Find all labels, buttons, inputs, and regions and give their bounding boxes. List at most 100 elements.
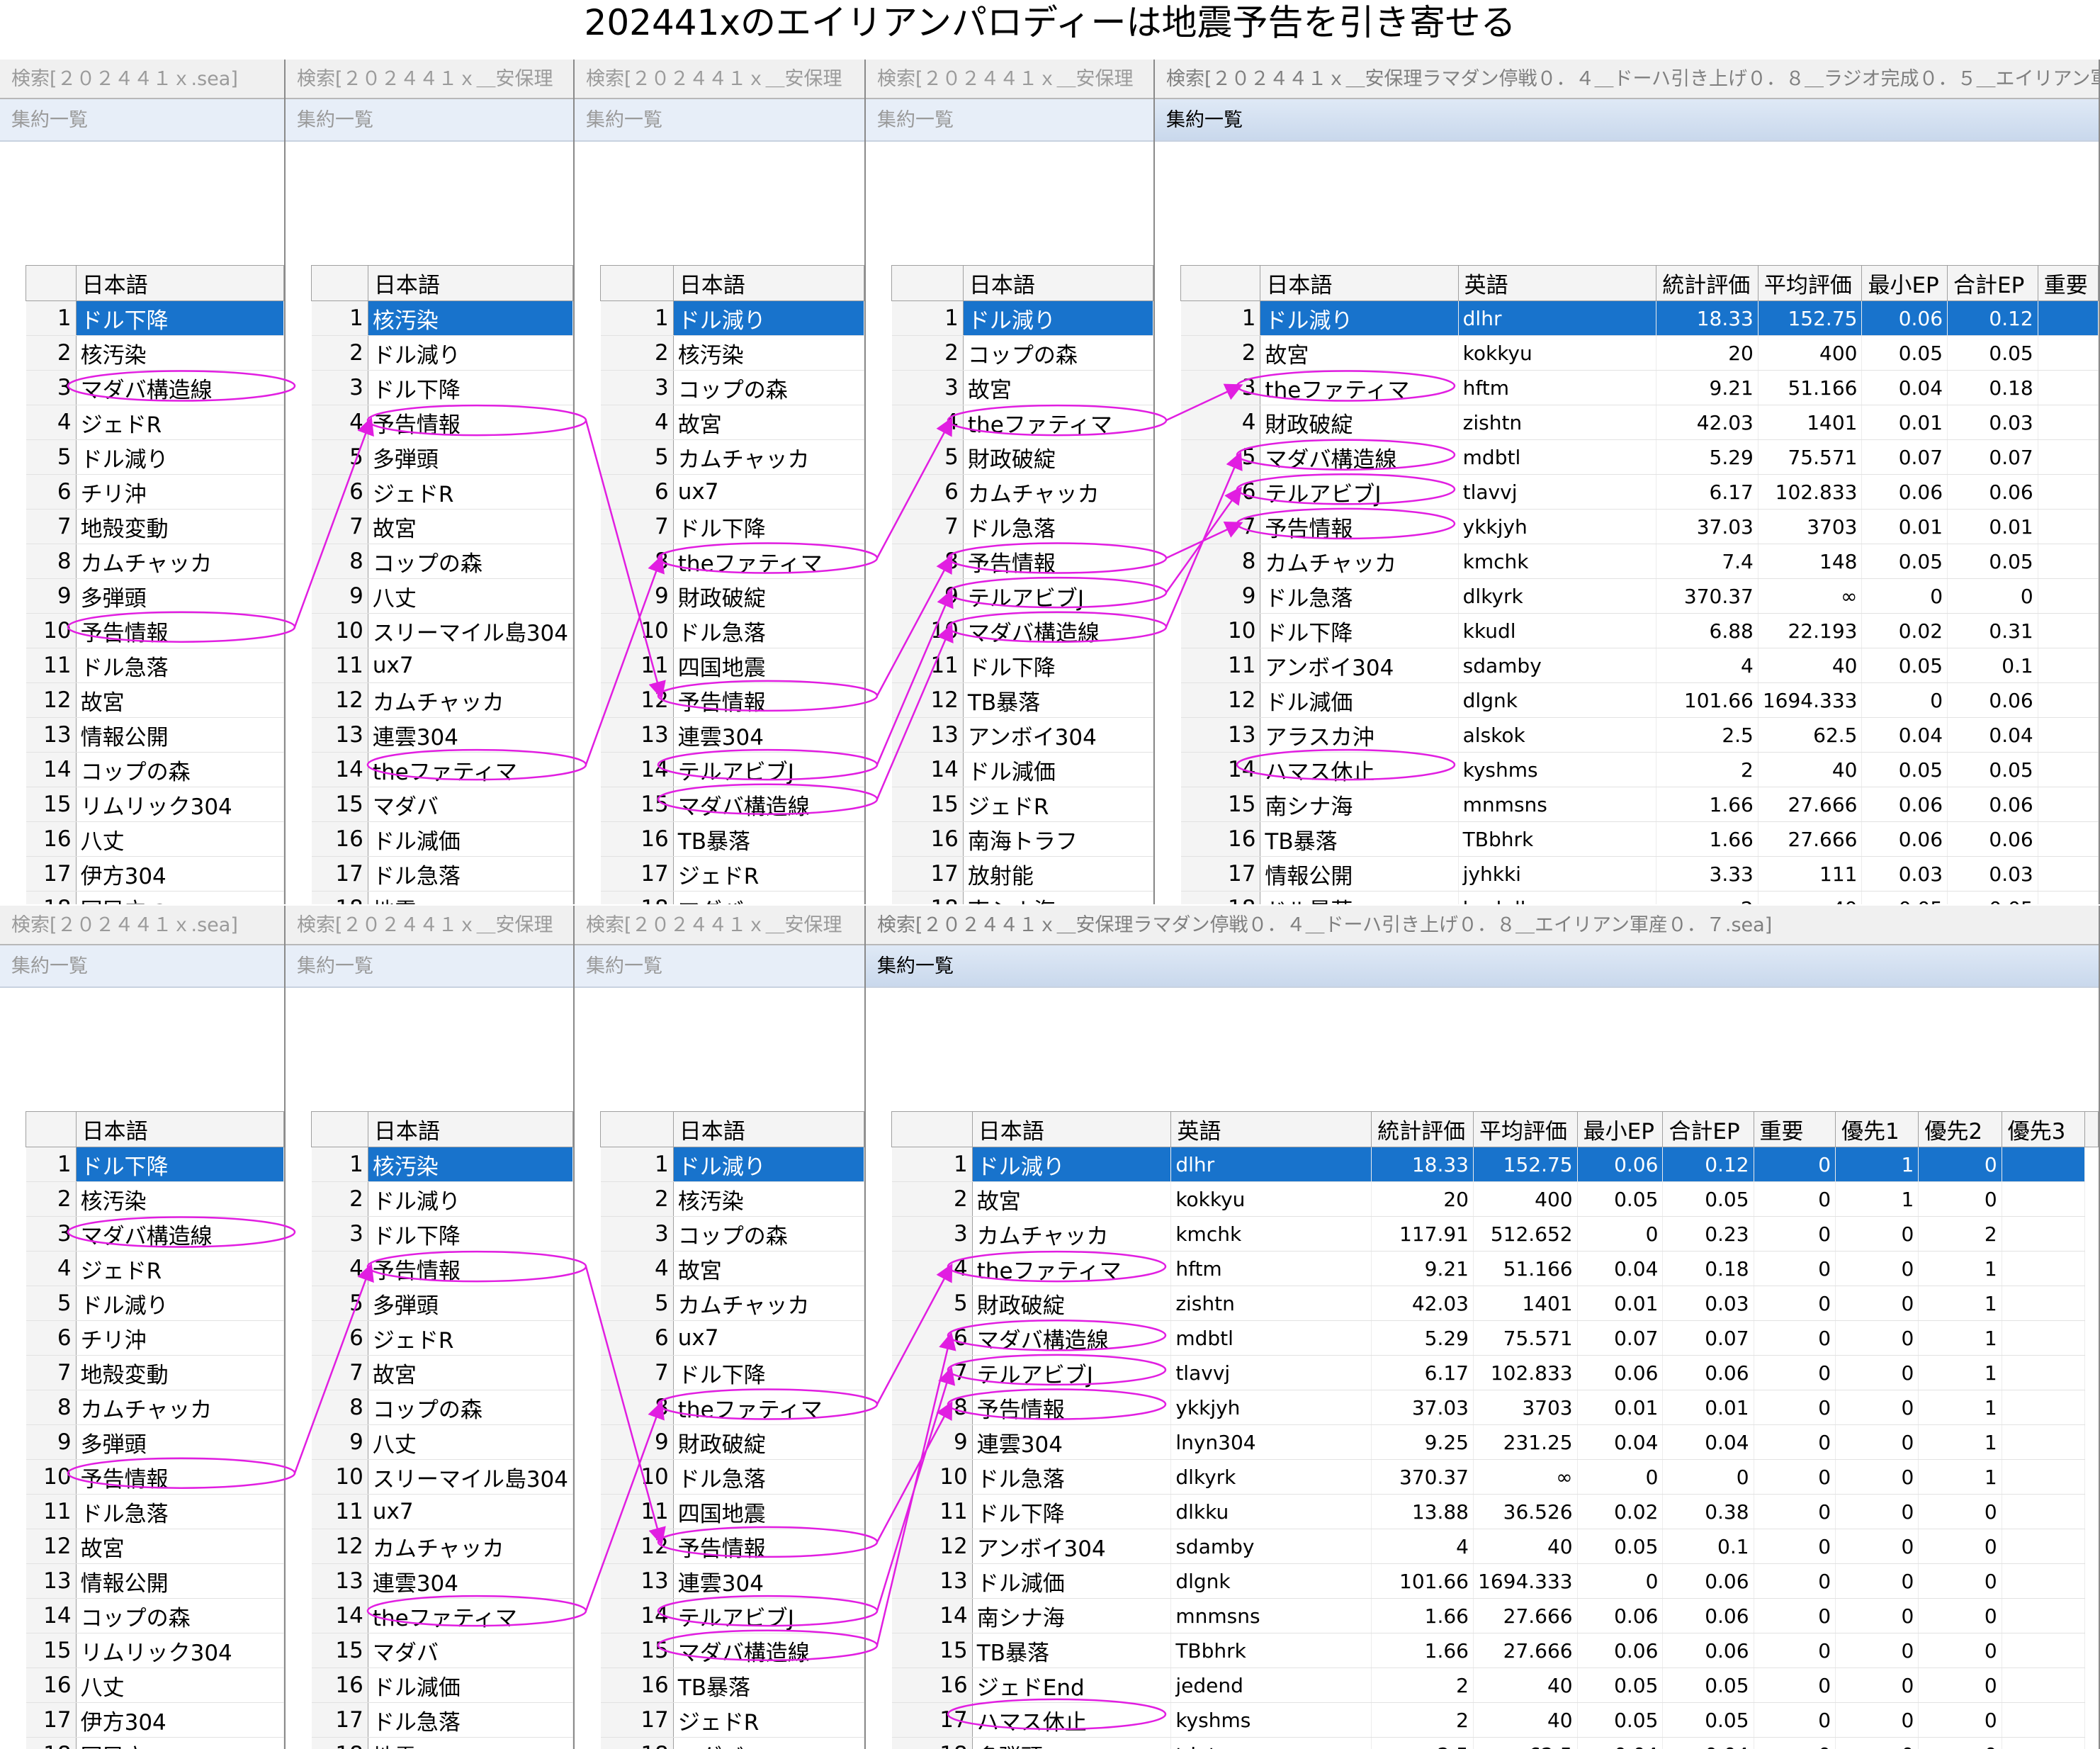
table-cell[interactable]: ux7 [368,1494,573,1529]
table-cell[interactable]: 6.88 [1656,613,1759,648]
table-cell[interactable]: 南シナ海 [1260,787,1459,822]
table-cell[interactable] [2002,1494,2085,1529]
table-cell[interactable]: 0.05 [1577,1181,1664,1217]
table-cell[interactable]: マダバ構造線 [1260,439,1459,475]
table-cell[interactable]: 0 [1754,1181,1836,1217]
table-cell[interactable]: ykkjyh [1458,509,1657,544]
table-cell[interactable]: 0.38 [1662,1494,1754,1529]
table-cell[interactable]: 40 [1473,1702,1578,1738]
table-cell[interactable]: 0.03 [1861,856,1948,892]
table-cell[interactable]: 予告情報 [76,1459,284,1495]
table-cell[interactable]: ドル急落 [368,1702,573,1738]
table-cell[interactable]: 0.05 [1861,335,1948,371]
table-cell[interactable]: TB暴落 [1260,821,1459,857]
table-row[interactable]: 7 故宮 [311,509,573,544]
table-cell[interactable]: 情報公開 [1260,856,1459,892]
table-cell[interactable]: 0.03 [1662,1286,1754,1321]
table-cell[interactable]: 51.166 [1758,370,1863,405]
table-cell[interactable] [2002,1702,2085,1738]
table-row[interactable]: 17 ドル急落 [311,856,573,892]
table-cell[interactable]: 1 [1918,1390,2002,1425]
table-cell[interactable]: 0.31 [1947,613,2038,648]
table-cell[interactable]: 0.06 [1577,1147,1664,1182]
table-cell[interactable]: 0 [1835,1529,1919,1564]
table-cell[interactable]: 117.91 [1371,1216,1474,1252]
table-row[interactable]: 14 ハマス休止 kyshms 2 40 0.05 0.05 [1180,752,2099,787]
table-cell[interactable]: 故宮 [76,1529,284,1564]
table-cell[interactable]: 400 [1473,1181,1578,1217]
table-row[interactable]: 4 ジェドR [26,1251,284,1286]
table-cell[interactable]: 国民立つ [76,1737,284,1749]
column-header[interactable]: 日本語 [75,1111,284,1147]
table-cell[interactable]: 連雲304 [673,717,864,753]
table-cell[interactable]: 0.04 [1577,1424,1664,1460]
table-row[interactable]: 6 カムチャッカ [891,474,1153,510]
table-cell[interactable]: 0.06 [1861,300,1948,336]
table-cell[interactable]: 情報公開 [76,717,284,753]
table-row[interactable]: 6 ux7 [600,474,864,510]
table-row[interactable]: 9 ドル急落 dlkyrk 370.37 ∞ 0 0 [1180,578,2099,614]
table-row[interactable]: 17 情報公開 jyhkki 3.33 111 0.03 0.03 [1180,856,2099,892]
table-row[interactable]: 2 ドル減り [311,1181,573,1217]
table-cell[interactable]: 0 [1754,1529,1836,1564]
table-row[interactable]: 15 マダバ構造線 [600,787,864,822]
table-cell[interactable]: マダバ構造線 [76,1216,284,1252]
table-row[interactable]: 14 コップの森 [26,1598,284,1633]
column-header[interactable]: 優先2 [1918,1111,2002,1147]
table-row[interactable]: 6 ジェドR [311,1320,573,1356]
table-cell[interactable]: 3.33 [1656,856,1759,892]
table-cell[interactable]: 多弾頭 [972,1737,1172,1749]
summary-list-header[interactable]: 集約一覧 [1155,99,2099,142]
table-cell[interactable] [2002,1598,2085,1633]
table-cell[interactable]: 0 [1835,1668,1919,1703]
table-cell[interactable]: 37.03 [1656,509,1759,544]
table-cell[interactable]: ドル急落 [76,648,284,683]
table-row[interactable]: 15 マダバ [311,1633,573,1668]
table-row[interactable]: 2 核汚染 [600,335,864,371]
table-cell[interactable]: 5.29 [1656,439,1759,475]
table-cell[interactable] [2038,717,2099,753]
table-row[interactable]: 11 ドル急落 [26,1494,284,1529]
table-cell[interactable] [2038,509,2099,544]
table-cell[interactable]: チリ沖 [76,1320,284,1356]
table-row[interactable]: 15 南シナ海 mnmsns 1.66 27.666 0.06 0.06 [1180,787,2099,822]
table-cell[interactable]: 0.04 [1947,717,2038,753]
table-cell[interactable]: 0.05 [1861,648,1948,683]
table-cell[interactable]: マダバ構造線 [963,613,1153,648]
table-row[interactable]: 4 予告情報 [311,405,573,440]
table-cell[interactable]: 0 [1754,1424,1836,1460]
table-cell[interactable]: カムチャッカ [368,682,573,718]
table-cell[interactable]: ux7 [673,474,864,510]
table-cell[interactable]: 0 [1577,1216,1664,1252]
table-row[interactable]: 16 八丈 [26,821,284,857]
table-row[interactable]: 12 カムチャッカ [311,1529,573,1564]
table-row[interactable]: 16 ドル減価 [311,1668,573,1703]
table-row[interactable]: 3 コップの森 [600,370,864,405]
table-cell[interactable]: 地殻変動 [76,1355,284,1390]
table-row[interactable]: 9 財政破綻 [600,1424,864,1460]
table-row[interactable]: 18マダバ [600,1737,864,1749]
table-cell[interactable]: 370.37 [1656,578,1759,614]
table-cell[interactable]: ジェドR [368,1320,573,1356]
table-cell[interactable]: 1401 [1758,405,1863,440]
table-cell[interactable]: 0.06 [1577,1355,1664,1390]
table-row[interactable]: 3 カムチャッカ kmchk 117.91 512.652 0 0.23 0 0 2 [891,1216,2099,1252]
table-cell[interactable]: ジェドEnd [972,1668,1172,1703]
table-row[interactable]: 6 ux7 [600,1320,864,1356]
table-cell[interactable]: burkdl [1458,891,1657,904]
table-cell[interactable]: kokkyu [1170,1181,1372,1217]
table-cell[interactable]: 0 [1835,1494,1919,1529]
table-cell[interactable]: theファティマ [368,752,573,787]
table-row[interactable]: 10 ドル急落 dlkyrk 370.37 ∞ 0 0 0 0 1 [891,1459,2099,1495]
table-cell[interactable]: 0.02 [1577,1494,1664,1529]
table-cell[interactable]: ドル下降 [76,300,284,336]
table-row[interactable]: 17 放射能 [891,856,1153,892]
table-row[interactable]: 11 アンボイ304 sdamby 4 40 0.05 0.1 [1180,648,2099,683]
table-cell[interactable]: jyhkki [1458,856,1657,892]
table-cell[interactable]: アンボイ304 [1260,648,1459,683]
table-row[interactable]: 16 TB暴落 TBbhrk 1.66 27.666 0.06 0.06 [1180,821,2099,857]
table-cell[interactable]: ドル下降 [963,648,1153,683]
table-row[interactable]: 8 予告情報 ykkjyh 37.03 3703 0.01 0.01 0 0 1 [891,1390,2099,1425]
column-header[interactable]: 最小EP [1576,1111,1664,1147]
table-cell[interactable]: theファティマ [972,1251,1172,1286]
